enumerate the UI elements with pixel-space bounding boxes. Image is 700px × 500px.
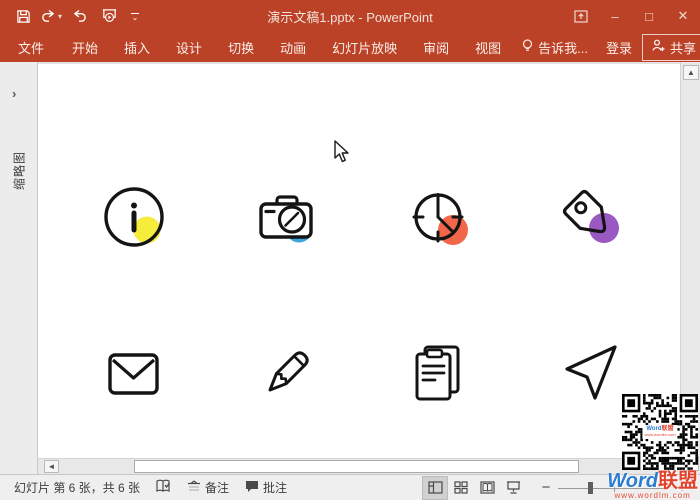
tab-review[interactable]: 审阅: [410, 33, 462, 62]
tab-slideshow[interactable]: 幻灯片放映: [319, 33, 410, 62]
person-plus-icon: [652, 39, 665, 55]
redo-button[interactable]: [66, 4, 92, 28]
view-slide-sorter-button[interactable]: [448, 476, 474, 500]
horizontal-scroll-thumb[interactable]: [134, 460, 579, 473]
slide-number-indicator[interactable]: 幻灯片 第 6 张，共 6 张: [6, 479, 148, 496]
thumbnail-pane-label: 缩略图: [10, 151, 27, 190]
zoom-out-button[interactable]: −: [540, 479, 552, 496]
maximize-button[interactable]: □: [632, 0, 666, 32]
view-normal-button[interactable]: [422, 476, 448, 500]
slide-shape-copy-icon[interactable]: [404, 339, 474, 409]
qr-center-logo: Word联盟 www.wordlm.com: [642, 425, 677, 439]
slide-shape-camera-icon[interactable]: [252, 184, 322, 254]
slide-shape-mail-icon[interactable]: [99, 339, 169, 409]
customize-quick-access-button[interactable]: ⌄: [126, 13, 144, 20]
view-slideshow-button[interactable]: [500, 476, 526, 500]
tell-me-box[interactable]: 告诉我...: [514, 34, 596, 61]
window-controls: – □ ✕: [564, 0, 700, 32]
accent-circle-yellow: [134, 217, 161, 244]
title-bar: ▾ ⌄ 演示文稿1.pptx - PowerPoint – □ ✕: [0, 0, 700, 32]
scroll-left-arrow[interactable]: ◄: [44, 460, 59, 473]
watermark-brand-blue: Word: [607, 470, 658, 492]
zoom-slider-thumb[interactable]: [588, 482, 593, 494]
share-button[interactable]: 共享: [642, 34, 700, 61]
slide-shape-pencil-icon[interactable]: [252, 339, 322, 409]
powerpoint-window: ▾ ⌄ 演示文稿1.pptx - PowerPoint – □ ✕ 文件 开始 …: [0, 0, 700, 500]
comment-icon: [245, 480, 259, 496]
scroll-up-arrow[interactable]: ▲: [683, 65, 699, 80]
slide-shape-tag-icon[interactable]: [557, 184, 627, 254]
slide-shape-clock-icon[interactable]: [404, 184, 474, 254]
spell-check-icon: [156, 479, 171, 496]
tab-home[interactable]: 开始: [59, 33, 111, 62]
watermark-brand-red: 联盟: [658, 470, 698, 492]
spell-check-button[interactable]: [148, 479, 179, 496]
close-button[interactable]: ✕: [666, 0, 700, 32]
minimize-button[interactable]: –: [598, 0, 632, 32]
slide-shape-send-icon[interactable]: [557, 339, 627, 409]
thumbnail-pane-collapsed[interactable]: › 缩略图: [0, 62, 38, 474]
start-slideshow-button[interactable]: [96, 4, 122, 28]
save-button[interactable]: [10, 4, 36, 28]
undo-dropdown-caret[interactable]: ▾: [58, 12, 62, 21]
notes-icon: [187, 480, 201, 495]
tab-view[interactable]: 视图: [462, 33, 514, 62]
lightbulb-icon: [522, 39, 533, 56]
ribbon-display-options-button[interactable]: [564, 0, 598, 32]
quick-access-toolbar: ▾ ⌄: [0, 4, 144, 28]
horizontal-scrollbar[interactable]: ◄ ►: [38, 458, 680, 474]
ribbon-tab-row: 文件 开始 插入 设计 切换 动画 幻灯片放映 审阅 视图 告诉我... 登录 …: [0, 32, 700, 62]
tab-design[interactable]: 设计: [163, 33, 215, 62]
view-reading-button[interactable]: [474, 476, 500, 500]
status-bar: 幻灯片 第 6 张，共 6 张 备注 批注: [0, 474, 700, 500]
notes-button[interactable]: 备注: [179, 479, 237, 496]
slide-shape-info-icon[interactable]: [99, 184, 169, 254]
site-watermark: Word联盟 www.wordlm.com: [607, 471, 698, 500]
undo-button[interactable]: ▾: [40, 9, 62, 24]
comments-button[interactable]: 批注: [237, 479, 295, 496]
share-label: 共享: [670, 38, 696, 57]
tab-transitions[interactable]: 切换: [215, 33, 267, 62]
qr-code: Word联盟 www.wordlm.com: [622, 394, 698, 470]
tab-file[interactable]: 文件: [3, 33, 59, 62]
slide-canvas[interactable]: [38, 62, 680, 458]
mouse-cursor: [331, 140, 351, 169]
sign-in-button[interactable]: 登录: [596, 34, 642, 61]
tell-me-label: 告诉我...: [538, 38, 588, 57]
expand-pane-chevron-icon[interactable]: ›: [12, 86, 16, 101]
watermark-url: www.wordlm.com: [607, 492, 698, 500]
tab-insert[interactable]: 插入: [111, 33, 163, 62]
tab-animations[interactable]: 动画: [267, 33, 319, 62]
